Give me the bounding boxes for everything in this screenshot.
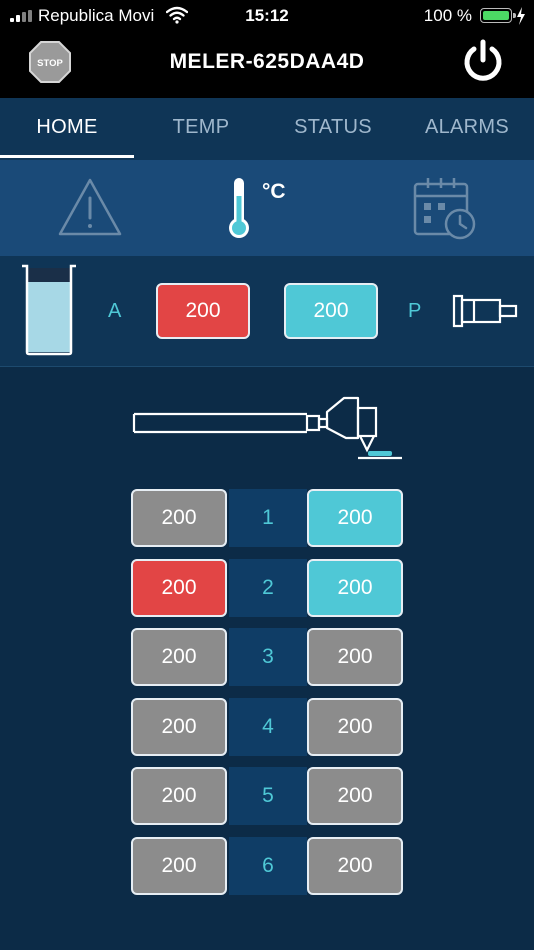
warning-icon[interactable] xyxy=(56,176,124,238)
row-number: 3 xyxy=(262,645,274,668)
row-number: 4 xyxy=(262,715,274,738)
row-number: 5 xyxy=(262,784,274,807)
pump-temp-button[interactable]: 200 xyxy=(284,283,378,339)
calendar-clock-icon[interactable] xyxy=(412,176,480,240)
charging-bolt-icon xyxy=(517,7,525,25)
main-tabs: HOME TEMP STATUS ALARMS xyxy=(0,98,534,160)
power-button[interactable] xyxy=(460,38,506,84)
app-header: STOP MELER-625DAA4D xyxy=(0,32,534,98)
tank-icon xyxy=(22,264,76,356)
battery-percent: 100 % xyxy=(423,6,472,25)
gun-temp-button[interactable]: 200 xyxy=(307,559,403,617)
hose-temp-button[interactable]: 200 xyxy=(131,489,227,547)
battery-icon xyxy=(480,8,516,23)
thermometer-icon[interactable] xyxy=(226,176,252,240)
status-bar: Republica Movi 15:12 100 % xyxy=(0,0,534,32)
hose-gun-icon xyxy=(132,396,402,460)
tab-temp[interactable]: TEMP xyxy=(134,98,268,160)
tank-temp-button[interactable]: 200 xyxy=(156,283,250,339)
tab-home[interactable]: HOME xyxy=(0,98,134,160)
device-title: MELER-625DAA4D xyxy=(169,50,365,73)
label-p: P xyxy=(408,300,422,322)
gun-temp-button[interactable]: 200 xyxy=(307,767,403,825)
temperature-unit: °C xyxy=(262,180,286,203)
hose-temp-button[interactable]: 200 xyxy=(131,837,227,895)
gun-temp-button[interactable]: 200 xyxy=(307,628,403,686)
row-number: 1 xyxy=(262,506,274,529)
gun-temp-button[interactable]: 200 xyxy=(307,837,403,895)
gun-temp-button[interactable]: 200 xyxy=(307,698,403,756)
gun-temp-button[interactable]: 200 xyxy=(307,489,403,547)
tab-status[interactable]: STATUS xyxy=(266,98,400,160)
row-number: 6 xyxy=(262,854,274,877)
hose-temp-button[interactable]: 200 xyxy=(131,698,227,756)
label-a: A xyxy=(108,300,122,322)
pump-icon xyxy=(452,294,518,328)
row-number: 2 xyxy=(262,576,274,599)
hose-temp-button[interactable]: 200 xyxy=(131,767,227,825)
hose-temp-button[interactable]: 200 xyxy=(131,559,227,617)
tab-alarms[interactable]: ALARMS xyxy=(400,98,534,160)
hose-temp-button[interactable]: 200 xyxy=(131,628,227,686)
